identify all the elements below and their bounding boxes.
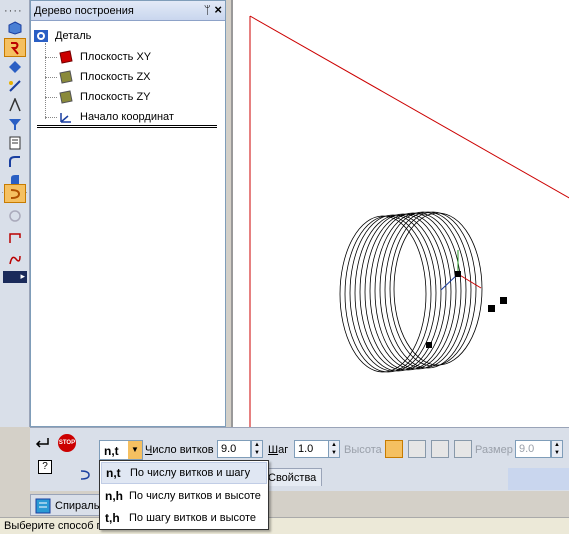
mode-select[interactable]: n,t ▼ xyxy=(99,440,143,460)
turns-stepper[interactable]: ▲ ▼ xyxy=(251,440,263,458)
turns-label: Число витков xyxy=(145,444,214,456)
dropdown-option-nt[interactable]: n,t По числу витков и шагу xyxy=(101,462,267,484)
build-tree-panel: Дерево построения ᛘ × Деталь Плоскость X… xyxy=(30,0,226,427)
tab-properties-label: Свойства xyxy=(268,472,317,484)
tab-properties[interactable]: Свойства xyxy=(262,468,322,486)
status-bar: Выберите способ п xyxy=(0,517,569,534)
mode-select-value: n,t xyxy=(104,444,119,458)
stop-icon[interactable]: STOP xyxy=(58,434,76,452)
prop-bar-filler xyxy=(508,468,569,490)
tree-item-plane-zx[interactable]: Плоскость ZX xyxy=(58,68,151,86)
option-label: По числу витков и высоте xyxy=(129,490,261,502)
spiral-left-icon xyxy=(408,440,426,458)
toolbar-overflow-button[interactable]: ▸ xyxy=(3,271,27,283)
size-label: Размер xyxy=(475,444,513,456)
plane-xy-icon xyxy=(59,50,73,64)
tree-item-label: Плоскость ZX xyxy=(80,71,151,83)
option-code: n,h xyxy=(105,489,123,503)
disabled-tool-icon xyxy=(4,206,26,225)
turns-input[interactable]: 9.0 xyxy=(217,440,251,458)
tree-root-label: Деталь xyxy=(55,30,92,42)
origin-icon xyxy=(60,113,71,123)
detail-icon xyxy=(34,30,48,42)
mode-dropdown-list: n,t По числу витков и шагу n,h По числу … xyxy=(99,460,269,530)
plane-zy-icon xyxy=(59,90,73,104)
model-viewport[interactable] xyxy=(231,0,569,427)
dropdown-option-nh[interactable]: n,h По числу витков и высоте xyxy=(101,485,267,507)
spiral-preview xyxy=(339,211,483,373)
tree-item-label: Плоскость ZY xyxy=(80,91,151,103)
handle-point[interactable] xyxy=(426,342,432,348)
tree-item-origin[interactable]: Начало координат xyxy=(58,108,174,126)
filter-icon[interactable] xyxy=(4,114,26,133)
help-icon[interactable]: ? xyxy=(38,460,52,474)
bottom-tab-label: Спираль xyxy=(55,500,100,512)
tree-item-label: Плоскость XY xyxy=(80,51,152,63)
spec-document-icon[interactable] xyxy=(4,133,26,152)
tree-line xyxy=(45,57,57,58)
measure-icon[interactable] xyxy=(4,76,26,95)
handle-point[interactable] xyxy=(500,297,507,304)
status-text: Выберите способ п xyxy=(4,520,103,532)
tree-item-plane-zy[interactable]: Плоскость ZY xyxy=(58,88,151,106)
option-label: По шагу витков и высоте xyxy=(129,512,257,524)
tree-title-bar: Дерево построения ᛘ × xyxy=(31,1,225,21)
spiral-param-icon xyxy=(454,440,472,458)
dropdown-option-th[interactable]: t,h По шагу витков и высоте xyxy=(101,507,267,529)
polyline-icon[interactable] xyxy=(4,228,26,247)
spiral-direction-icon[interactable] xyxy=(385,440,403,458)
step-label: Шаг xyxy=(268,444,289,456)
close-icon[interactable]: × xyxy=(214,2,222,17)
tree-root[interactable]: Деталь xyxy=(33,27,91,45)
plane-zx-icon xyxy=(59,70,73,84)
sheet-metal-icon[interactable] xyxy=(4,152,26,171)
tree-end-marker xyxy=(37,125,217,128)
spline-icon[interactable] xyxy=(4,249,26,268)
toolbar-grip[interactable]: ···· xyxy=(4,5,23,17)
option-code: t,h xyxy=(105,511,120,525)
spiral-props-icon[interactable] xyxy=(77,465,95,487)
viewport-drawing xyxy=(249,15,569,427)
handle-point[interactable] xyxy=(488,305,495,312)
curves-tool-icon[interactable] xyxy=(4,38,26,57)
create-object-icon[interactable] xyxy=(34,436,54,450)
edit-details-icon[interactable] xyxy=(4,57,26,76)
tree-line xyxy=(45,117,57,118)
spiral-tab-icon xyxy=(35,498,51,514)
chevron-down-icon[interactable]: ▼ xyxy=(128,441,142,459)
spiral-tool-icon[interactable] xyxy=(4,184,26,203)
step-stepper[interactable]: ▲ ▼ xyxy=(328,440,340,458)
tree-item-plane-xy[interactable]: Плоскость XY xyxy=(58,48,151,66)
tree-line xyxy=(45,43,46,119)
part-icon[interactable] xyxy=(4,18,26,37)
height-label: Высота xyxy=(344,444,382,456)
bottom-tab-spiral[interactable]: Спираль xyxy=(30,494,104,516)
angle-icon[interactable] xyxy=(4,95,26,114)
tree-line xyxy=(45,97,57,98)
size-input: 9.0 xyxy=(515,440,551,458)
size-stepper: ▲ ▼ xyxy=(551,440,563,458)
option-code: n,t xyxy=(106,466,121,480)
left-toolbar: ···· ▸ xyxy=(0,0,30,427)
tree-title: Дерево построения xyxy=(34,5,134,17)
option-label: По числу витков и шагу xyxy=(130,467,251,479)
spiral-right-icon xyxy=(431,440,449,458)
tree-item-label: Начало координат xyxy=(80,111,174,123)
tree-line xyxy=(45,77,57,78)
pin-icon[interactable]: ᛘ xyxy=(204,3,211,17)
